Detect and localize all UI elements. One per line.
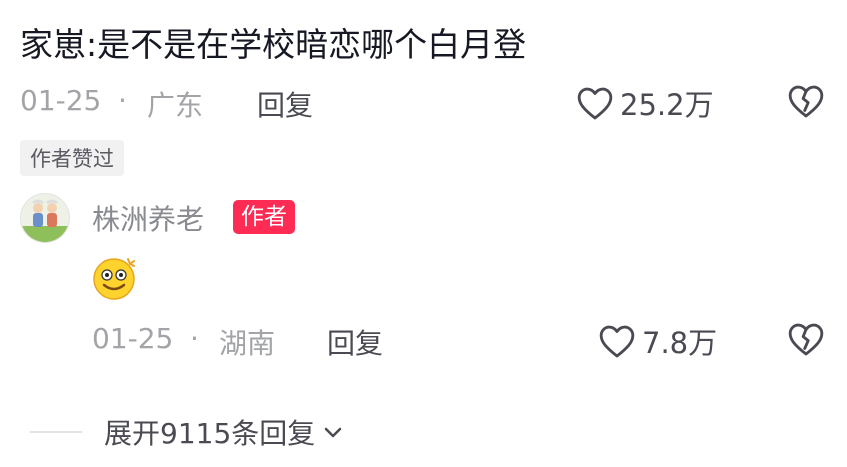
comment-reply-button[interactable]: 回复 xyxy=(257,84,313,124)
heart-icon xyxy=(576,85,614,121)
reply-like-button[interactable]: 7.8万 xyxy=(598,320,717,362)
broken-heart-icon xyxy=(787,83,825,119)
reply-dislike-button[interactable] xyxy=(787,321,825,357)
comment-like-count: 25.2万 xyxy=(620,88,714,122)
broken-heart-icon xyxy=(787,321,825,357)
comment-separator: · xyxy=(118,84,127,117)
reply-separator: · xyxy=(190,322,199,355)
comment-like-button[interactable]: 25.2万 xyxy=(576,82,714,124)
reply-date: 01-25 xyxy=(92,322,174,355)
reply-reply-button[interactable]: 回复 xyxy=(327,322,383,362)
comment-location: 广东 xyxy=(147,89,204,122)
heart-icon xyxy=(598,323,636,359)
dizzy-face-emoji-icon xyxy=(90,253,138,301)
avatar-elderly-couple-icon xyxy=(21,199,69,242)
dislike-button[interactable] xyxy=(787,83,825,119)
reply-like-count: 7.8万 xyxy=(642,326,718,360)
avatar[interactable] xyxy=(20,193,70,243)
reply-username[interactable]: 株洲养老 xyxy=(92,198,204,238)
chevron-down-icon xyxy=(321,420,345,444)
expand-replies-button[interactable]: 展开9115条回复 xyxy=(104,412,345,452)
comment-text: 家崽:是不是在学校暗恋哪个白月登 xyxy=(20,25,527,64)
expand-replies-label: 展开9115条回复 xyxy=(104,417,316,450)
comment-date: 01-25 xyxy=(20,84,102,117)
expand-divider xyxy=(30,431,82,433)
author-liked-badge: 作者赞过 xyxy=(20,140,124,176)
author-tag: 作者 xyxy=(233,200,295,234)
reply-location: 湖南 xyxy=(219,327,276,360)
